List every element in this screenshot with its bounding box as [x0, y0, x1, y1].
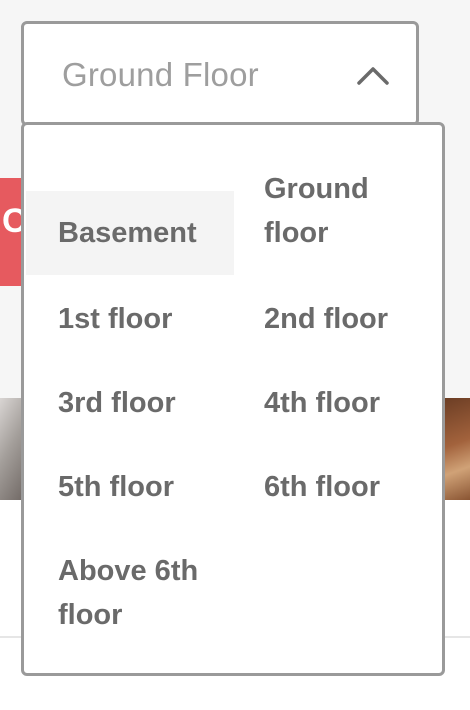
option-ground-floor[interactable]: Ground floor [234, 167, 434, 255]
floor-select[interactable]: Ground Floor [21, 21, 419, 126]
option-4th-floor[interactable]: 4th floor [234, 381, 434, 425]
option-basement[interactable]: Basement [26, 191, 234, 275]
floor-select-value: Ground Floor [62, 56, 259, 93]
option-3rd-floor[interactable]: 3rd floor [26, 381, 234, 425]
option-6th-floor[interactable]: 6th floor [234, 465, 434, 509]
chevron-up-icon [357, 67, 389, 85]
option-above-6th-floor[interactable]: Above 6th floor [26, 549, 226, 637]
option-2nd-floor[interactable]: 2nd floor [234, 297, 434, 341]
option-5th-floor[interactable]: 5th floor [26, 465, 234, 509]
option-1st-floor[interactable]: 1st floor [26, 297, 234, 341]
floor-dropdown-menu: Basement Ground floor 1st floor 2nd floo… [21, 122, 445, 676]
photo-partial-right [442, 398, 470, 500]
